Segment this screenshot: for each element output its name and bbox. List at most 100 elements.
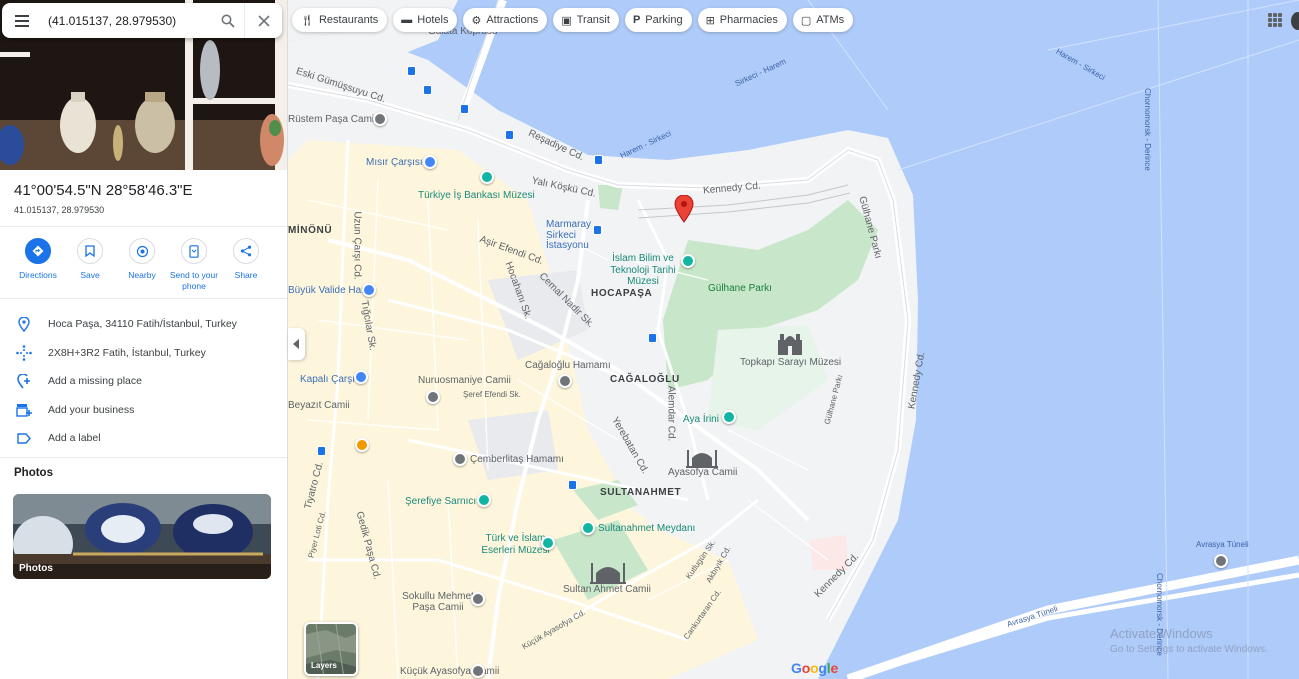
- poi-pin[interactable]: [471, 664, 485, 678]
- nearby-label: Nearby: [128, 270, 156, 280]
- transit-stop[interactable]: [423, 85, 432, 95]
- search-input[interactable]: [42, 5, 212, 36]
- chip-label: Attractions: [486, 14, 539, 26]
- account-avatar[interactable]: [1291, 12, 1299, 30]
- poi-pin[interactable]: [471, 592, 485, 606]
- save-label: Save: [80, 270, 100, 280]
- transit-stop[interactable]: [648, 333, 657, 343]
- windows-watermark-subtitle: Go to Settings to activate Windows.: [1110, 644, 1268, 655]
- send-to-phone-label: Send to your phone: [169, 270, 219, 291]
- place-coordinates: 41.015137, 28.979530: [14, 205, 105, 215]
- map-label-misir: Mısır Çarşısı: [366, 157, 423, 168]
- chip-pharmacies[interactable]: ⊞ Pharmacies: [697, 8, 787, 32]
- poi-pin[interactable]: [477, 493, 491, 507]
- map-label-islam-bilim: İslam Bilim ve Teknoloji Tarihi Müzesi: [610, 253, 676, 287]
- search-icon[interactable]: [212, 3, 244, 38]
- poi-pin[interactable]: [1214, 554, 1228, 568]
- parking-icon: P: [632, 14, 641, 26]
- info-row-add-place[interactable]: Add a missing place: [0, 369, 287, 393]
- side-panel: 41°00'54.5"N 28°58'46.3"E 41.015137, 28.…: [0, 0, 288, 679]
- transit-stop[interactable]: [568, 480, 577, 490]
- place-title: 41°00'54.5"N 28°58'46.3"E: [14, 182, 193, 199]
- directions-button[interactable]: Directions: [12, 238, 64, 291]
- location-pin-icon: [0, 316, 48, 332]
- selected-location-pin[interactable]: [674, 195, 694, 223]
- poi-pin[interactable]: [373, 112, 387, 126]
- poi-pin[interactable]: [423, 155, 437, 169]
- mosque-icon: [686, 450, 718, 468]
- map-canvas[interactable]: Galata Köprüsü Eski Gümüşsuyu Cd. Rüstem…: [288, 0, 1299, 679]
- poi-pin[interactable]: [722, 410, 736, 424]
- poi-pin[interactable]: [426, 390, 440, 404]
- menu-icon[interactable]: [2, 3, 42, 38]
- info-row-add-business[interactable]: Add your business: [0, 398, 287, 422]
- close-icon[interactable]: [244, 3, 282, 38]
- chip-atms[interactable]: ▢ ATMs: [792, 8, 854, 32]
- address-text: Hoca Paşa, 34110 Fatih/İstanbul, Turkey: [48, 318, 237, 330]
- directions-icon: [25, 238, 51, 264]
- info-row-address[interactable]: Hoca Paşa, 34110 Fatih/İstanbul, Turkey: [0, 312, 287, 336]
- poi-pin[interactable]: [480, 170, 494, 184]
- transit-stop[interactable]: [593, 225, 602, 235]
- attractions-icon: ⚙︎: [471, 14, 482, 27]
- plus-code-text: 2X8H+3R2 Fatih, İstanbul, Turkey: [48, 347, 206, 359]
- action-buttons: Directions Save Nearby Send to your phon…: [12, 238, 272, 291]
- map-label-tunnel: Avrasya Tüneli: [1196, 540, 1249, 549]
- hotel-icon: ▬: [401, 14, 413, 26]
- layers-button[interactable]: Layers: [304, 622, 358, 676]
- map-label-street: Uzun Çarşı Cd.: [351, 211, 363, 280]
- map-label-serefiye: Şerefiye Sarnıcı: [405, 496, 477, 507]
- palace-icon: [778, 334, 802, 355]
- chip-hotels[interactable]: ▬ Hotels: [393, 8, 458, 32]
- add-location-icon: [0, 373, 48, 389]
- share-button[interactable]: Share: [220, 238, 272, 291]
- poi-pin[interactable]: [558, 374, 572, 388]
- layers-label: Layers: [311, 661, 337, 670]
- info-row-plus-code[interactable]: 2X8H+3R2 Fatih, İstanbul, Turkey: [0, 341, 287, 365]
- send-to-phone-button[interactable]: Send to your phone: [168, 238, 220, 291]
- chip-label: Pharmacies: [719, 14, 778, 26]
- category-chips: 🍴︎ Restaurants ▬ Hotels ⚙︎ Attractions ▣ Tra…: [292, 8, 854, 32]
- map-label-aya-irini: Aya İrini: [683, 414, 719, 425]
- chip-attractions[interactable]: ⚙︎ Attractions: [463, 8, 548, 32]
- transit-stop[interactable]: [317, 446, 326, 456]
- transit-stop[interactable]: [594, 155, 603, 165]
- transit-stop[interactable]: [407, 66, 416, 76]
- poi-pin[interactable]: [541, 536, 555, 550]
- save-button[interactable]: Save: [64, 238, 116, 291]
- share-label: Share: [234, 270, 258, 280]
- map-label-cemberlitas: Çemberlitaş Hamamı: [470, 454, 564, 465]
- chip-transit[interactable]: ▣ Transit: [553, 8, 619, 32]
- map-label-district: SULTANAHMET: [600, 487, 682, 498]
- directions-label: Directions: [19, 270, 57, 280]
- chip-restaurants[interactable]: 🍴︎ Restaurants: [292, 8, 388, 32]
- add-place-text: Add a missing place: [48, 375, 142, 387]
- poi-pin[interactable]: [355, 438, 369, 452]
- collapse-panel-button[interactable]: [288, 328, 305, 360]
- map-label-ayasofya: Ayasofya Camii: [668, 467, 738, 478]
- poi-pin[interactable]: [453, 452, 467, 466]
- restaurant-icon: 🍴︎: [300, 14, 314, 27]
- add-label-text: Add a label: [48, 432, 101, 444]
- chip-label: Restaurants: [318, 14, 379, 26]
- info-row-add-label[interactable]: Add a label: [0, 426, 287, 450]
- photos-card[interactable]: Photos: [13, 494, 271, 579]
- add-business-text: Add your business: [48, 404, 135, 416]
- divider: [0, 298, 287, 299]
- poi-pin[interactable]: [581, 521, 595, 535]
- atm-icon: ▢: [800, 14, 812, 27]
- transit-stop[interactable]: [505, 130, 514, 140]
- apps-grid-icon[interactable]: [1268, 13, 1282, 27]
- poi-pin[interactable]: [354, 370, 368, 384]
- transit-stop[interactable]: [460, 104, 469, 114]
- map-label-kapali: Kapalı Çarşı: [300, 374, 356, 385]
- nearby-button[interactable]: Nearby: [116, 238, 168, 291]
- poi-pin[interactable]: [681, 254, 695, 268]
- map-label-marmaray: Marmaray Sirkeci İstasyonu: [546, 219, 592, 251]
- poi-pin[interactable]: [362, 283, 376, 297]
- chip-label: Parking: [645, 14, 683, 26]
- chip-parking[interactable]: P Parking: [624, 8, 692, 32]
- google-logo: Google: [791, 660, 839, 676]
- label-icon: [0, 432, 48, 444]
- add-business-icon: [0, 403, 48, 417]
